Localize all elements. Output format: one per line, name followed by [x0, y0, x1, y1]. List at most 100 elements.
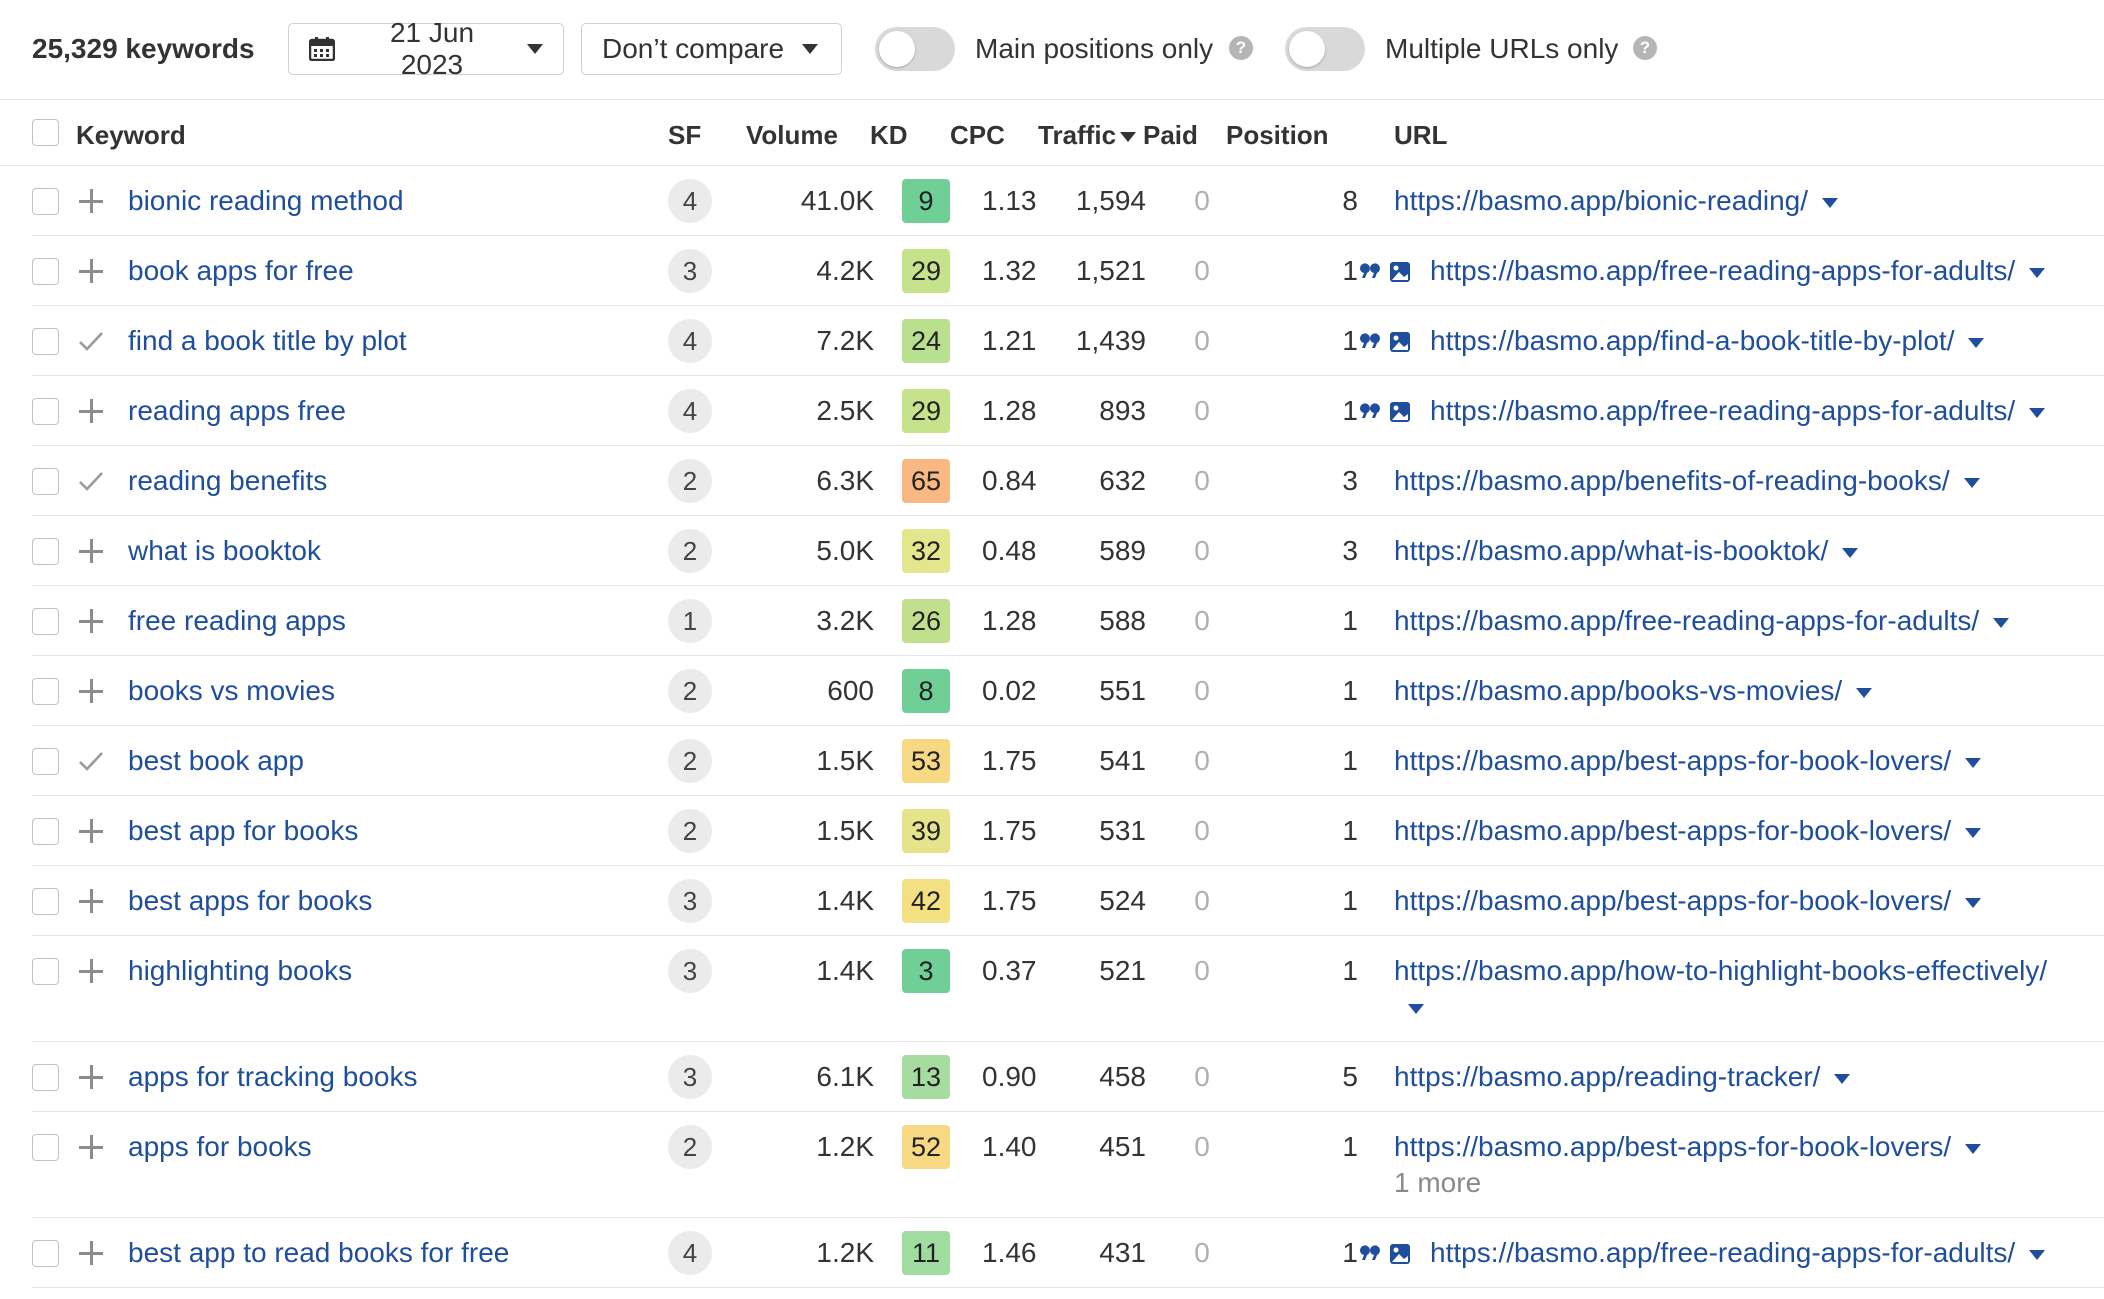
row-checkbox[interactable]: [32, 958, 59, 985]
date-picker-button[interactable]: 21 Jun 2023: [288, 17, 564, 80]
keyword-link[interactable]: reading apps free: [128, 395, 346, 427]
url-text[interactable]: https://basmo.app/books-vs-movies/: [1394, 675, 1842, 706]
chevron-down-icon[interactable]: [1963, 477, 1980, 488]
sf-badge[interactable]: 2: [668, 1125, 712, 1169]
chevron-down-icon[interactable]: [1408, 1003, 1424, 1014]
url-text[interactable]: https://basmo.app/free-reading-apps-for-…: [1430, 255, 2015, 286]
add-keyword-icon[interactable]: [77, 537, 105, 565]
row-checkbox[interactable]: [32, 468, 59, 495]
url-link[interactable]: https://basmo.app/bionic-reading/: [1394, 185, 1839, 217]
url-text[interactable]: https://basmo.app/best-apps-for-book-lov…: [1394, 745, 1951, 776]
sf-badge[interactable]: 2: [668, 739, 712, 783]
chevron-down-icon[interactable]: [1834, 1073, 1851, 1084]
keyword-link[interactable]: find a book title by plot: [128, 325, 407, 357]
row-checkbox[interactable]: [32, 398, 59, 425]
url-text[interactable]: https://basmo.app/free-reading-apps-for-…: [1430, 395, 2015, 426]
url-text[interactable]: https://basmo.app/best-apps-for-book-lov…: [1394, 1131, 1951, 1162]
header-paid[interactable]: Paid: [1143, 120, 1198, 151]
chevron-down-icon[interactable]: [1965, 897, 1982, 908]
url-text[interactable]: https://basmo.app/how-to-highlight-books…: [1394, 955, 2047, 986]
header-sf[interactable]: SF: [668, 120, 701, 151]
sf-badge[interactable]: 1: [668, 599, 712, 643]
checkmark-icon[interactable]: [77, 327, 105, 355]
chevron-down-icon[interactable]: [1968, 337, 1985, 348]
keyword-link[interactable]: reading benefits: [128, 465, 327, 497]
sf-badge[interactable]: 2: [668, 669, 712, 713]
url-text[interactable]: https://basmo.app/best-apps-for-book-lov…: [1394, 815, 1951, 846]
select-all-checkbox[interactable]: [32, 119, 59, 146]
url-text[interactable]: https://basmo.app/benefits-of-reading-bo…: [1394, 465, 1950, 496]
compare-dropdown[interactable]: Don’t compare: [581, 23, 842, 75]
help-icon[interactable]: ?: [1633, 36, 1657, 60]
url-link[interactable]: https://basmo.app/how-to-highlight-books…: [1394, 953, 2074, 1025]
chevron-down-icon[interactable]: [1965, 1143, 1982, 1154]
url-text[interactable]: https://basmo.app/bionic-reading/: [1394, 185, 1808, 216]
url-text[interactable]: https://basmo.app/free-reading-apps-for-…: [1430, 1237, 2015, 1268]
keyword-link[interactable]: apps for tracking books: [128, 1061, 418, 1093]
chevron-down-icon[interactable]: [1856, 687, 1873, 698]
main-positions-toggle[interactable]: [875, 27, 955, 71]
url-link[interactable]: https://basmo.app/best-apps-for-book-lov…: [1394, 745, 1982, 777]
keyword-link[interactable]: best book app: [128, 745, 304, 777]
chevron-down-icon[interactable]: [1822, 197, 1839, 208]
sf-badge[interactable]: 3: [668, 949, 712, 993]
url-text[interactable]: https://basmo.app/find-a-book-title-by-p…: [1430, 325, 1954, 356]
sf-badge[interactable]: 3: [668, 1055, 712, 1099]
keyword-link[interactable]: what is booktok: [128, 535, 321, 567]
keyword-link[interactable]: highlighting books: [128, 955, 352, 987]
header-cpc[interactable]: CPC: [950, 120, 1005, 151]
row-checkbox[interactable]: [32, 818, 59, 845]
url-link[interactable]: https://basmo.app/reading-tracker/: [1394, 1061, 1851, 1093]
url-link[interactable]: https://basmo.app/what-is-booktok/: [1394, 535, 1859, 567]
add-keyword-icon[interactable]: [77, 1239, 105, 1267]
add-keyword-icon[interactable]: [77, 887, 105, 915]
chevron-down-icon[interactable]: [1842, 547, 1859, 558]
sf-badge[interactable]: 4: [668, 389, 712, 433]
add-keyword-icon[interactable]: [77, 677, 105, 705]
keyword-link[interactable]: best app for books: [128, 815, 358, 847]
header-traffic[interactable]: Traffic: [1038, 120, 1116, 151]
row-checkbox[interactable]: [32, 608, 59, 635]
add-keyword-icon[interactable]: [77, 1063, 105, 1091]
header-position[interactable]: Position: [1226, 120, 1329, 151]
sf-badge[interactable]: 2: [668, 809, 712, 853]
sf-badge[interactable]: 4: [668, 1231, 712, 1275]
help-icon[interactable]: ?: [1229, 36, 1253, 60]
header-keyword[interactable]: Keyword: [76, 120, 186, 151]
url-link[interactable]: https://basmo.app/free-reading-apps-for-…: [1394, 605, 2010, 637]
row-checkbox[interactable]: [32, 1240, 59, 1267]
url-text[interactable]: https://basmo.app/free-reading-apps-for-…: [1394, 605, 1979, 636]
keyword-link[interactable]: book apps for free: [128, 255, 354, 287]
row-checkbox[interactable]: [32, 1064, 59, 1091]
row-checkbox[interactable]: [32, 258, 59, 285]
add-keyword-icon[interactable]: [77, 817, 105, 845]
chevron-down-icon[interactable]: [1965, 757, 1982, 768]
url-link[interactable]: https://basmo.app/find-a-book-title-by-p…: [1430, 325, 1985, 357]
add-keyword-icon[interactable]: [77, 607, 105, 635]
url-link[interactable]: https://basmo.app/benefits-of-reading-bo…: [1394, 465, 1980, 497]
checkmark-icon[interactable]: [77, 467, 105, 495]
url-link[interactable]: https://basmo.app/best-apps-for-book-lov…: [1394, 815, 1982, 847]
sf-badge[interactable]: 4: [668, 319, 712, 363]
add-keyword-icon[interactable]: [77, 1133, 105, 1161]
url-link[interactable]: https://basmo.app/free-reading-apps-for-…: [1430, 395, 2046, 427]
row-checkbox[interactable]: [32, 328, 59, 355]
url-link[interactable]: https://basmo.app/books-vs-movies/: [1394, 675, 1873, 707]
row-checkbox[interactable]: [32, 888, 59, 915]
chevron-down-icon[interactable]: [2029, 407, 2046, 418]
url-text[interactable]: https://basmo.app/best-apps-for-book-lov…: [1394, 885, 1951, 916]
chevron-down-icon[interactable]: [1993, 617, 2010, 628]
keyword-link[interactable]: best apps for books: [128, 885, 372, 917]
chevron-down-icon[interactable]: [1965, 827, 1982, 838]
row-checkbox[interactable]: [32, 538, 59, 565]
multiple-urls-toggle[interactable]: [1285, 27, 1365, 71]
keyword-link[interactable]: books vs movies: [128, 675, 335, 707]
keyword-link[interactable]: best app to read books for free: [128, 1237, 509, 1269]
add-keyword-icon[interactable]: [77, 187, 105, 215]
row-checkbox[interactable]: [32, 188, 59, 215]
url-text[interactable]: https://basmo.app/what-is-booktok/: [1394, 535, 1828, 566]
url-link[interactable]: https://basmo.app/free-reading-apps-for-…: [1430, 1237, 2046, 1269]
header-volume[interactable]: Volume: [746, 120, 838, 151]
keyword-link[interactable]: bionic reading method: [128, 185, 404, 217]
add-keyword-icon[interactable]: [77, 257, 105, 285]
